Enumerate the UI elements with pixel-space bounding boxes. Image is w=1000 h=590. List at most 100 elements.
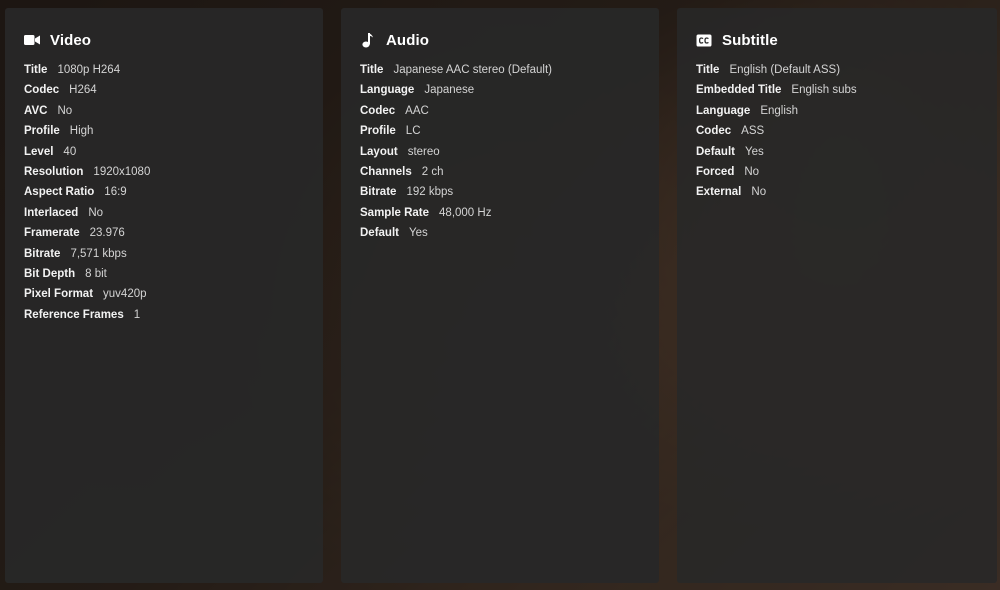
video-info-value: 1920x1080 — [93, 165, 151, 178]
video-info-key: Pixel Format — [24, 288, 94, 301]
subtitle-info-key: Language — [696, 104, 751, 117]
subtitle-info-key: Default — [696, 145, 735, 158]
subtitle-info-panel: Subtitle Title English (Default ASS) Embed… — [677, 8, 997, 583]
video-info-value: 16:9 — [104, 186, 127, 199]
video-info-key: Level — [24, 145, 54, 158]
video-info-key: Bitrate — [24, 247, 61, 260]
video-info-value: 1080p H264 — [57, 64, 121, 76]
subtitle-info-row: Default Yes — [696, 146, 983, 166]
video-info-value: 8 bit — [85, 267, 107, 280]
subtitle-info-key: Forced — [696, 165, 735, 178]
video-info-value: No — [57, 104, 73, 117]
video-info-key: Reference Frames — [24, 308, 124, 321]
audio-info-value: 192 kbps — [406, 186, 454, 199]
audio-info-row: Language Japanese — [360, 84, 645, 104]
video-info-value: H264 — [69, 84, 97, 97]
video-panel-header: Video — [24, 30, 309, 50]
video-info-key: Profile — [24, 125, 60, 138]
audio-info-key: Sample Rate — [360, 206, 430, 219]
audio-info-key: Title — [360, 64, 384, 76]
video-info-key: Codec — [24, 84, 60, 97]
subtitle-info-value: English subs — [791, 84, 857, 97]
subtitle-info-row: Language English — [696, 105, 983, 125]
audio-info-value: AAC — [405, 104, 429, 117]
video-info-value: No — [88, 206, 104, 219]
video-info-row: Profile High — [24, 125, 309, 145]
video-info-key: AVC — [24, 104, 48, 117]
video-info-row: Bit Depth 8 bit — [24, 268, 309, 288]
audio-info-value: Japanese AAC stereo (Default) — [393, 64, 552, 76]
audio-info-value: stereo — [407, 145, 440, 158]
video-info-row: Level 40 — [24, 146, 309, 166]
audio-info-row: Bitrate 192 kbps — [360, 186, 645, 206]
audio-info-key: Channels — [360, 165, 412, 178]
audio-panel-title: Audio — [386, 31, 429, 49]
audio-info-key: Codec — [360, 104, 396, 117]
video-info-row: Interlaced No — [24, 207, 309, 227]
subtitle-info-value: English (Default ASS) — [729, 64, 841, 76]
audio-info-row: Title Japanese AAC stereo (Default) — [360, 64, 645, 84]
video-info-list: Title 1080p H264 Codec H264 AVC No Profile High… — [24, 64, 309, 329]
video-info-value: 1 — [133, 308, 141, 321]
video-info-panel: Video Title 1080p H264 Codec H264 AVC No Profi… — [5, 8, 323, 583]
video-info-row: Resolution 1920x1080 — [24, 166, 309, 186]
audio-info-row: Codec AAC — [360, 105, 645, 125]
audio-info-list: Title Japanese AAC stereo (Default) Langua… — [360, 64, 645, 248]
audio-info-value: LC — [405, 125, 421, 138]
subtitle-panel-title: Subtitle — [722, 31, 778, 49]
subtitle-info-row: Embedded Title English subs — [696, 84, 983, 104]
video-info-row: Pixel Format yuv420p — [24, 288, 309, 308]
audio-info-row: Channels 2 ch — [360, 166, 645, 186]
audio-info-value: 48,000 Hz — [439, 206, 492, 219]
audio-info-value: Japanese — [424, 84, 475, 97]
subtitle-info-key: External — [696, 186, 742, 199]
video-info-row: Codec H264 — [24, 84, 309, 104]
video-info-value: 23.976 — [89, 227, 125, 240]
video-info-key: Aspect Ratio — [24, 186, 95, 199]
audio-info-row: Sample Rate 48,000 Hz — [360, 207, 645, 227]
video-info-row: Framerate 23.976 — [24, 227, 309, 247]
audio-info-key: Default — [360, 227, 399, 240]
audio-info-row: Profile LC — [360, 125, 645, 145]
video-info-value: yuv420p — [103, 288, 147, 301]
video-info-key: Interlaced — [24, 206, 79, 219]
subtitle-info-key: Title — [696, 64, 720, 76]
subtitle-info-key: Embedded Title — [696, 84, 782, 97]
subtitle-info-list: Title English (Default ASS) Embedded Title… — [696, 64, 983, 207]
audio-info-value: Yes — [408, 227, 428, 240]
subtitle-info-value: Yes — [744, 145, 764, 158]
subtitle-info-row: Forced No — [696, 166, 983, 186]
video-camera-icon — [24, 32, 40, 48]
video-info-value: 7,571 kbps — [70, 247, 127, 260]
subtitle-info-value: English — [760, 104, 799, 117]
video-panel-title: Video — [50, 31, 92, 49]
video-info-key: Bit Depth — [24, 267, 76, 280]
subtitle-info-value: No — [744, 165, 760, 178]
video-info-key: Resolution — [24, 165, 84, 178]
audio-info-key: Layout — [360, 145, 398, 158]
video-info-value: 40 — [63, 145, 77, 158]
video-info-row: Bitrate 7,571 kbps — [24, 248, 309, 268]
audio-info-row: Default Yes — [360, 227, 645, 247]
video-info-value: High — [69, 125, 94, 138]
audio-panel-header: Audio — [360, 30, 645, 50]
subtitle-info-row: External No — [696, 186, 983, 206]
subtitle-info-key: Codec — [696, 125, 732, 138]
subtitle-info-row: Title English (Default ASS) — [696, 64, 983, 84]
video-info-row: Title 1080p H264 — [24, 64, 309, 84]
video-info-row: AVC No — [24, 105, 309, 125]
subtitle-info-row: Codec ASS — [696, 125, 983, 145]
audio-info-panel: Audio Title Japanese AAC stereo (Default)… — [341, 8, 659, 583]
video-info-row: Reference Frames 1 — [24, 309, 309, 329]
audio-info-row: Layout stereo — [360, 146, 645, 166]
subtitle-info-value: No — [751, 186, 767, 199]
video-info-key: Framerate — [24, 227, 80, 240]
subtitle-panel-header: Subtitle — [696, 30, 983, 50]
subtitle-info-value: ASS — [741, 125, 765, 138]
audio-info-key: Bitrate — [360, 186, 397, 199]
audio-info-key: Language — [360, 84, 415, 97]
video-info-row: Aspect Ratio 16:9 — [24, 186, 309, 206]
audio-info-value: 2 ch — [421, 165, 444, 178]
video-info-key: Title — [24, 64, 48, 76]
closed-caption-icon — [696, 32, 712, 48]
